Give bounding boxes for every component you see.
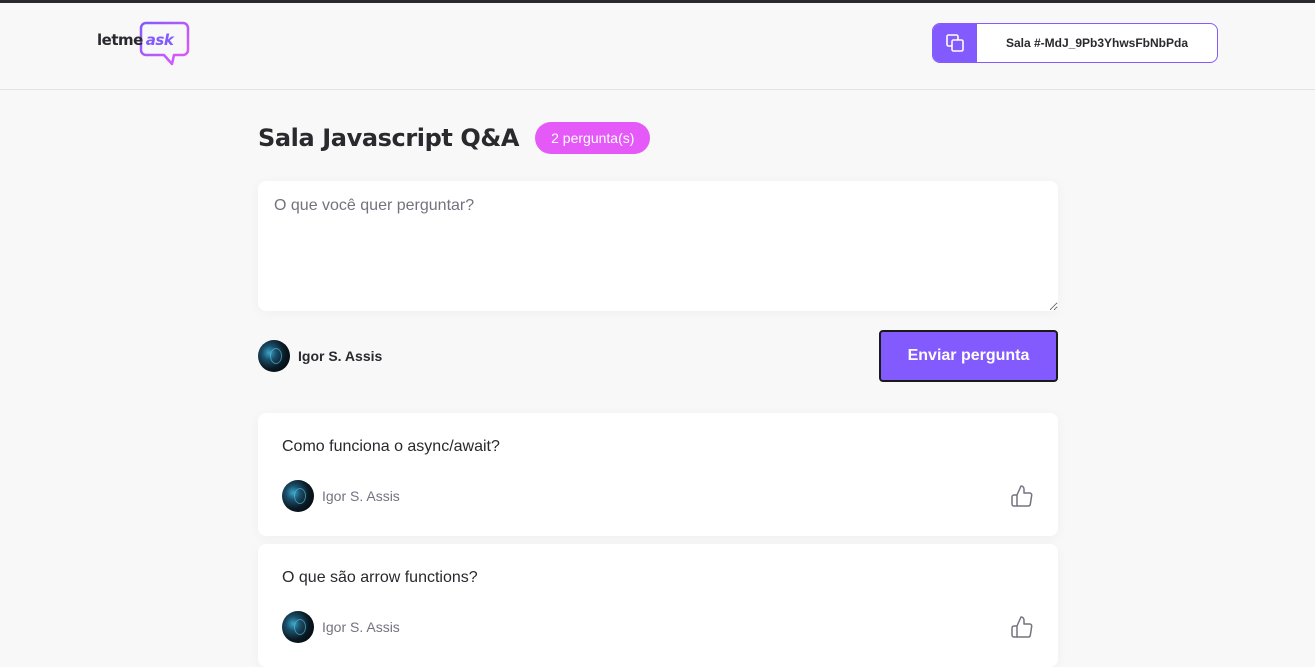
question-author-info: Igor S. Assis [282,611,400,643]
form-footer: Igor S. Assis Enviar pergunta [258,330,1058,382]
thumbs-up-icon [1011,616,1033,638]
top-header: letme ask Sala #-MdJ_9Pb3YhwsFbNbPda [0,3,1315,90]
room-title-row: Sala Javascript Q&A 2 pergunta(s) [258,122,651,154]
question-text: O que são arrow functions? [282,569,478,586]
user-info: Igor S. Assis [258,340,382,372]
avatar [258,340,290,372]
copy-icon [933,24,977,62]
avatar [282,611,314,643]
question-input[interactable] [258,181,1058,311]
avatar [282,480,314,512]
room-code-button[interactable]: Sala #-MdJ_9Pb3YhwsFbNbPda [932,23,1218,63]
question-text: Como funciona o async/await? [282,438,500,455]
question-author-info: Igor S. Assis [282,480,400,512]
thumbs-up-icon [1011,485,1033,507]
question-author: Igor S. Assis [322,619,400,635]
question-footer: Igor S. Assis [282,611,1034,643]
user-name: Igor S. Assis [298,348,383,364]
question-count-badge: 2 pergunta(s) [535,122,651,154]
letmeask-logo[interactable]: letme ask [97,19,193,67]
question-footer: Igor S. Assis [282,480,1034,512]
like-button[interactable] [1010,615,1034,639]
logo-text-accent: ask [145,31,174,49]
send-question-button[interactable]: Enviar pergunta [879,330,1058,382]
room-code-label: Sala #-MdJ_9Pb3YhwsFbNbPda [1005,36,1189,50]
like-button[interactable] [1010,484,1034,508]
room-title: Sala Javascript Q&A [258,124,520,152]
question-author: Igor S. Assis [322,488,400,504]
question-card: Como funciona o async/await? Igor S. Ass… [258,413,1058,536]
question-card: O que são arrow functions? Igor S. Assis [258,544,1058,667]
logo-text-plain: letme [97,31,143,49]
